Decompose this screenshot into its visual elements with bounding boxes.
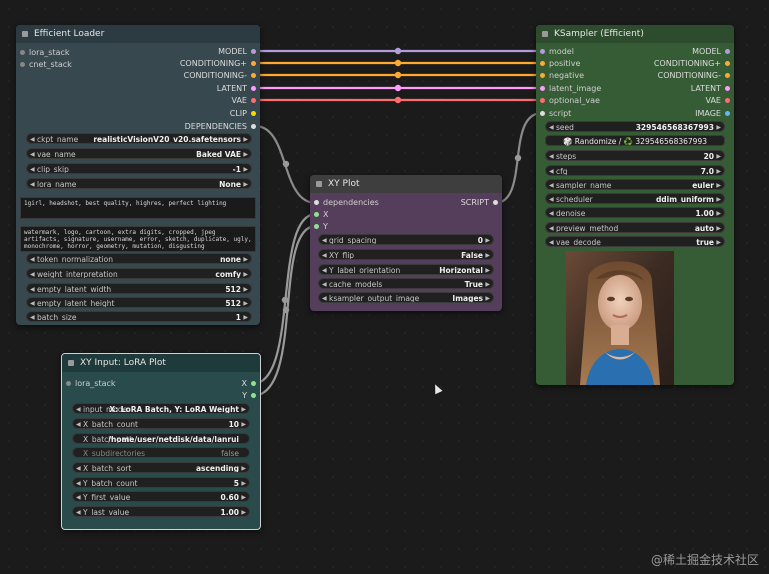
sampler-name-combo[interactable]: ◀ sampler_name euler ▶ (545, 179, 725, 190)
seed-number[interactable]: ◀ seed 329546568367993 ▶ (545, 121, 725, 132)
node-title: XY Plot (328, 179, 360, 189)
negative-prompt-textarea[interactable]: watermark, logo, cartoon, extra digits, … (20, 226, 256, 252)
output-y[interactable]: Y (242, 390, 256, 401)
output-script[interactable]: SCRIPT (461, 197, 498, 208)
preview-method-combo[interactable]: ◀ preview_method auto ▶ (545, 222, 725, 233)
output-model[interactable]: MODEL (218, 46, 256, 57)
watermark: @稀土掘金技术社区 (650, 553, 759, 567)
input-cnet-stack[interactable]: cnet_stack (20, 59, 72, 70)
preview-image (566, 251, 674, 385)
input-x[interactable]: X (314, 209, 328, 220)
output-latent[interactable]: LATENT (691, 83, 730, 94)
output-vae[interactable]: VAE (232, 95, 256, 106)
cache-models-combo[interactable]: ◀ cache_models True ▶ (318, 278, 494, 289)
output-dependencies[interactable]: DEPENDENCIES (185, 121, 256, 132)
node-title: KSampler (Efficient) (554, 29, 644, 39)
output-conditioning-pos[interactable]: CONDITIONING+ (654, 58, 730, 69)
input-dependencies[interactable]: dependencies (314, 197, 379, 208)
y-first-value-number[interactable]: ◀ Y_first_value 0.60 ▶ (72, 491, 250, 502)
ckpt-name-combo[interactable]: ◀ ckpt_name realisticVisionV20_v20.safeten… (26, 133, 252, 144)
input-positive[interactable]: positive (540, 58, 580, 69)
ksampler-output-image-combo[interactable]: ◀ ksampler_output_image Images ▶ (318, 292, 494, 303)
scheduler-combo[interactable]: ◀ scheduler ddim_uniform ▶ (545, 193, 725, 204)
input-optional-vae[interactable]: optional_vae (540, 95, 600, 106)
output-x[interactable]: X (242, 378, 256, 389)
output-conditioning-pos[interactable]: CONDITIONING+ (180, 58, 256, 69)
input-lora-stack[interactable]: lora_stack (20, 47, 70, 58)
input-negative[interactable]: negative (540, 70, 584, 81)
output-conditioning-neg[interactable]: CONDITIONING- (184, 70, 256, 81)
node-header[interactable]: XY Plot (310, 175, 502, 193)
node-header[interactable]: XY Input: LoRA Plot (62, 354, 260, 372)
collapse-dot-icon[interactable] (68, 360, 74, 366)
node-title: XY Input: LoRA Plot (80, 358, 166, 368)
output-conditioning-neg[interactable]: CONDITIONING- (658, 70, 730, 81)
steps-number[interactable]: ◀ steps 20 ▶ (545, 150, 725, 161)
weight-interpretation-combo[interactable]: ◀ weight_interpretation comfy ▶ (26, 268, 252, 279)
ksampler-node[interactable]: KSampler (Efficient) model positive nega… (536, 25, 734, 385)
collapse-dot-icon[interactable] (316, 181, 322, 187)
empty-latent-height-number[interactable]: ◀ empty_latent_height 512 ▶ (26, 297, 252, 308)
node-title: Efficient Loader (34, 29, 105, 39)
vae-decode-combo[interactable]: ◀ vae_decode true ▶ (545, 236, 725, 247)
collapse-dot-icon[interactable] (542, 31, 548, 37)
output-latent[interactable]: LATENT (217, 83, 256, 94)
x-subdirectories-toggle[interactable]: X_subdirectories false (72, 447, 250, 458)
denoise-number[interactable]: ◀ denoise 1.00 ▶ (545, 207, 725, 218)
xy-input-lora-plot-node[interactable]: XY Input: LoRA Plot lora_stack X Y ◀ inpu… (61, 353, 261, 530)
batch-size-number[interactable]: ◀ batch_size 1 ▶ (26, 311, 252, 322)
y-label-orientation-combo[interactable]: ◀ Y_label_orientation Horizontal ▶ (318, 264, 494, 275)
clip-skip-number[interactable]: ◀ clip_skip -1 ▶ (26, 163, 252, 174)
y-last-value-number[interactable]: ◀ Y_last_value 1.00 ▶ (72, 506, 250, 517)
input-script[interactable]: script (540, 108, 571, 119)
input-model[interactable]: model (540, 46, 574, 57)
efficient-loader-node[interactable]: Efficient Loader lora_stack cnet_stack M… (16, 25, 260, 325)
randomize-seed-button[interactable]: 🎲 Randomize / ♻️ 329546568367993 (545, 135, 725, 146)
empty-latent-width-number[interactable]: ◀ empty_latent_width 512 ▶ (26, 283, 252, 294)
xy-flip-combo[interactable]: ◀ XY_flip False ▶ (318, 249, 494, 260)
node-header[interactable]: KSampler (Efficient) (536, 25, 734, 43)
y-batch-count-number[interactable]: ◀ Y_batch_count 5 ▶ (72, 477, 250, 488)
grid-spacing-number[interactable]: ◀ grid_spacing 0 ▶ (318, 234, 494, 245)
lora-name-combo[interactable]: ◀ lora_name None ▶ (26, 178, 252, 189)
positive-prompt-textarea[interactable]: 1girl, headshot, best quality, highres, … (20, 197, 256, 219)
input-latent-image[interactable]: latent_image (540, 83, 601, 94)
output-image[interactable]: IMAGE (695, 108, 730, 119)
node-header[interactable]: Efficient Loader (16, 25, 260, 43)
x-batch-path-text[interactable]: X_batch_path/home/user/netdisk/data/lanr… (72, 433, 250, 444)
input-mode-combo[interactable]: ◀ input_mode X: LoRA Batch, Y: LoRA Weight… (72, 403, 250, 414)
input-y[interactable]: Y (314, 221, 328, 232)
vae-name-combo[interactable]: ◀ vae_name Baked VAE ▶ (26, 148, 252, 159)
output-vae[interactable]: VAE (706, 95, 730, 106)
token-normalization-combo[interactable]: ◀ token_normalization none ▶ (26, 253, 252, 264)
mouse-cursor-icon (431, 382, 443, 395)
output-model[interactable]: MODEL (692, 46, 730, 57)
cfg-number[interactable]: ◀ cfg 7.0 ▶ (545, 165, 725, 176)
collapse-dot-icon[interactable] (22, 31, 28, 37)
input-lora-stack[interactable]: lora_stack (66, 378, 116, 389)
output-clip[interactable]: CLIP (230, 108, 256, 119)
xy-plot-node[interactable]: XY Plot dependencies X Y SCRIPT ◀ grid_sp… (310, 175, 502, 311)
x-batch-sort-combo[interactable]: ◀ X_batch_sort ascending ▶ (72, 462, 250, 473)
x-batch-count-number[interactable]: ◀ X_batch_count 10 ▶ (72, 418, 250, 429)
